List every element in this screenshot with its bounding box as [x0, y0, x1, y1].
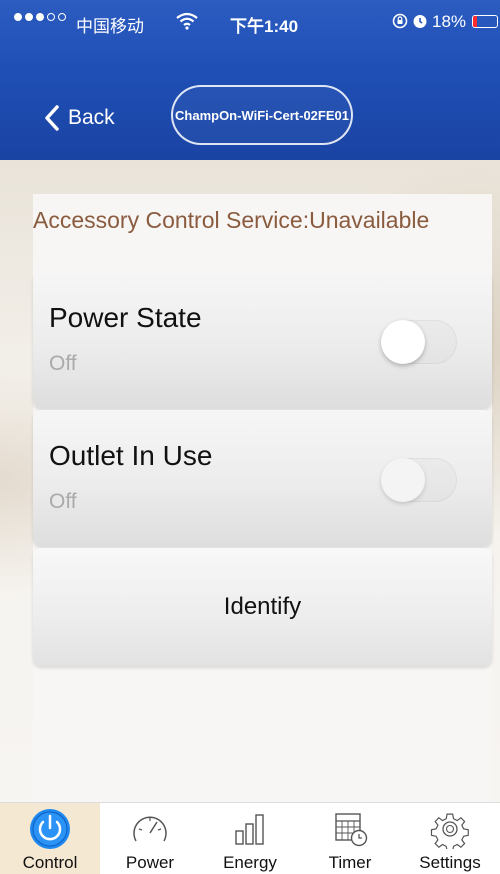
rotation-lock-icon	[392, 13, 408, 29]
tab-settings[interactable]: Settings	[400, 803, 500, 874]
toggle-knob	[381, 320, 425, 364]
nav-bar: Back ChampOn-WiFi-Cert-02FE01	[0, 60, 500, 160]
device-name-pill[interactable]: ChampOn-WiFi-Cert-02FE01	[171, 85, 353, 145]
power-icon	[28, 809, 72, 849]
tab-bar: Control Power Energy Timer Settings	[0, 802, 500, 874]
gear-icon	[428, 809, 472, 849]
tab-timer[interactable]: Timer	[300, 803, 400, 874]
alarm-icon	[413, 15, 427, 28]
tab-control[interactable]: Control	[0, 803, 100, 874]
outlet-in-use-toggle[interactable]	[381, 458, 457, 502]
power-state-row: Power State Off	[33, 272, 492, 408]
service-title: Accessory Control Service:Unavailable	[33, 207, 430, 233]
back-button[interactable]: Back	[44, 105, 115, 131]
battery-icon	[472, 15, 498, 28]
content-area: Accessory Control Service:Unavailable Po…	[0, 160, 500, 802]
back-label: Back	[68, 106, 115, 129]
tab-label: Control	[22, 853, 78, 872]
tab-label: Energy	[223, 853, 277, 872]
tab-label: Power	[125, 853, 175, 872]
outlet-in-use-value: Off	[49, 490, 77, 513]
power-state-toggle[interactable]	[381, 320, 457, 364]
battery-percent: 18%	[432, 12, 467, 31]
signal-strength-icon	[14, 13, 66, 21]
gauge-icon	[128, 809, 172, 849]
outlet-in-use-label: Outlet In Use	[49, 440, 213, 471]
header: 中国移动 下午1:40 18% Back ChampOn-WiFi-Cert-0…	[0, 0, 500, 160]
carrier-name: 中国移动	[76, 17, 144, 36]
bar-chart-icon	[228, 809, 272, 849]
power-state-label: Power State	[49, 302, 202, 333]
calendar-clock-icon	[328, 809, 372, 849]
toggle-knob	[381, 458, 425, 502]
tab-power[interactable]: Power	[100, 803, 200, 874]
status-bar: 中国移动 下午1:40 18%	[0, 0, 500, 44]
outlet-in-use-row: Outlet In Use Off	[33, 410, 492, 546]
battery-fill	[473, 16, 478, 27]
control-panel: Accessory Control Service:Unavailable Po…	[33, 194, 492, 802]
status-time: 下午1:40	[230, 17, 299, 36]
tab-label: Timer	[328, 853, 372, 872]
chevron-left-icon	[45, 105, 59, 131]
tab-energy[interactable]: Energy	[200, 803, 300, 874]
wifi-icon	[176, 12, 198, 30]
tab-label: Settings	[419, 853, 481, 872]
identify-button[interactable]: Identify	[33, 548, 492, 666]
power-state-value: Off	[49, 352, 77, 375]
